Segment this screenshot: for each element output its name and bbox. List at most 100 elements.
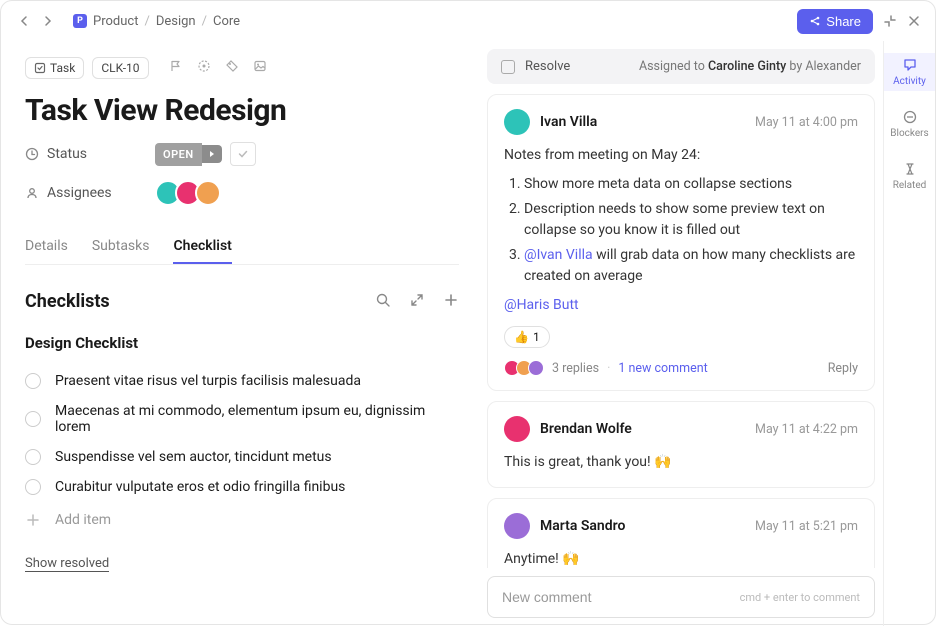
comment-body: This is great, thank you! 🙌 <box>504 452 858 473</box>
task-id-chip[interactable]: CLK-10 <box>92 57 148 79</box>
checklist-item[interactable]: Maecenas at mi commodo, elementum ipsum … <box>25 396 459 442</box>
tab-subtasks[interactable]: Subtasks <box>92 230 150 264</box>
resolve-left: Resolve <box>501 59 570 74</box>
resolve-label: Resolve <box>525 59 570 74</box>
comment-author[interactable]: Ivan Villa <box>540 114 597 130</box>
collapse-icon[interactable] <box>883 14 897 28</box>
comment-head: Marta Sandro May 11 at 5:21 pm <box>504 513 858 539</box>
comment-user: Brendan Wolfe <box>504 416 632 442</box>
product-icon: P <box>73 14 87 28</box>
checklist: Praesent vitae risus vel turpis facilisi… <box>25 366 459 538</box>
plus-icon <box>25 512 41 528</box>
assigned-name[interactable]: Caroline Ginty <box>708 59 786 74</box>
checklist-item-text: Praesent vitae risus vel turpis facilisi… <box>55 373 361 389</box>
checklist-item-text: Curabitur vulputate eros et odio fringil… <box>55 479 345 495</box>
checklist-item[interactable]: Praesent vitae risus vel turpis facilisi… <box>25 366 459 396</box>
task-type-label: Task <box>50 61 75 75</box>
task-type-chip[interactable]: Task <box>25 57 84 79</box>
rail-blockers[interactable]: Blockers <box>884 105 935 143</box>
rail-label: Blockers <box>890 128 928 139</box>
checklist-item[interactable]: Suspendisse vel sem auctor, tincidunt me… <box>25 442 459 472</box>
thumbs-up-icon: 👍 <box>514 330 529 344</box>
comment-time: May 11 at 4:00 pm <box>755 115 858 130</box>
avatar[interactable] <box>504 109 530 135</box>
nav-back-icon[interactable] <box>15 12 33 30</box>
new-comment-input[interactable]: cmd + enter to comment <box>487 576 875 618</box>
reaction-count: 1 <box>533 330 540 344</box>
new-comment-count[interactable]: 1 new comment <box>618 361 707 376</box>
task-icon <box>34 62 46 74</box>
tab-details[interactable]: Details <box>25 230 68 264</box>
add-icon[interactable] <box>443 292 459 312</box>
mark-complete-button[interactable] <box>230 142 256 166</box>
avatar[interactable] <box>504 513 530 539</box>
assignees-label: Assignees <box>25 185 155 201</box>
activity-column: Resolve Assigned to Caroline Ginty by Al… <box>483 41 883 626</box>
dot-sep: · <box>607 361 610 376</box>
comment-author[interactable]: Brendan Wolfe <box>540 421 632 437</box>
check-circle-icon[interactable] <box>25 373 41 389</box>
checklist-item-text: Suspendisse vel sem auctor, tincidunt me… <box>55 449 332 465</box>
comment-head: Ivan Villa May 11 at 4:00 pm <box>504 109 858 135</box>
close-icon[interactable] <box>907 14 921 28</box>
comment-body: Notes from meeting on May 24: Show more … <box>504 145 858 316</box>
resolve-checkbox[interactable] <box>501 60 515 74</box>
share-button[interactable]: Share <box>797 9 873 34</box>
comment-author[interactable]: Marta Sandro <box>540 518 625 534</box>
check-circle-icon[interactable] <box>25 411 41 427</box>
foot-left: 3 replies · 1 new comment <box>504 360 708 376</box>
search-icon[interactable] <box>375 292 391 312</box>
tag-icon[interactable] <box>225 59 239 77</box>
comment: Ivan Villa May 11 at 4:00 pm Notes from … <box>487 94 875 391</box>
checklists-actions <box>375 292 459 312</box>
reaction-button[interactable]: 👍1 <box>504 326 550 348</box>
expand-icon[interactable] <box>409 292 425 312</box>
task-id: CLK-10 <box>101 61 139 75</box>
target-icon[interactable] <box>197 59 211 77</box>
avatar <box>528 360 544 376</box>
status-icon <box>25 147 39 161</box>
left-pane: Task CLK-10 Task View Redesign Status OP… <box>1 41 483 626</box>
check-circle-icon[interactable] <box>25 449 41 465</box>
assigned-text: Assigned to Caroline Ginty by Alexander <box>639 59 861 74</box>
task-title[interactable]: Task View Redesign <box>25 93 459 128</box>
checklist-group-title: Design Checklist <box>25 334 459 352</box>
assignee-avatars[interactable] <box>155 180 221 206</box>
avatar[interactable] <box>504 416 530 442</box>
breadcrumb-design[interactable]: Design <box>156 14 196 29</box>
input-hint: cmd + enter to comment <box>740 591 860 604</box>
right-pane: Resolve Assigned to Caroline Ginty by Al… <box>483 41 935 626</box>
status-value-wrap[interactable]: OPEN <box>155 143 222 166</box>
reply-button[interactable]: Reply <box>828 361 858 376</box>
nav-forward-icon[interactable] <box>39 12 57 30</box>
comment: Brendan Wolfe May 11 at 4:22 pm This is … <box>487 401 875 488</box>
person-icon <box>25 186 39 200</box>
comment-user: Ivan Villa <box>504 109 597 135</box>
breadcrumb: P Product / Design / Core <box>73 14 240 29</box>
related-icon <box>902 161 918 177</box>
flag-icon[interactable] <box>169 59 183 77</box>
check-circle-icon[interactable] <box>25 479 41 495</box>
topbar-left: P Product / Design / Core <box>15 12 240 30</box>
checklists-title: Checklists <box>25 291 110 312</box>
reply-avatars <box>504 360 544 376</box>
checklist-item[interactable]: Curabitur vulputate eros et odio fringil… <box>25 472 459 502</box>
comment-time: May 11 at 5:21 pm <box>755 519 858 534</box>
checklist-item-text: Maecenas at mi commodo, elementum ipsum … <box>55 403 459 435</box>
image-icon[interactable] <box>253 59 267 77</box>
tab-checklist[interactable]: Checklist <box>173 230 231 264</box>
add-item-button[interactable]: Add item <box>25 502 459 538</box>
rail-activity[interactable]: Activity <box>884 53 935 91</box>
rail-related[interactable]: Related <box>884 157 935 195</box>
comment-user: Marta Sandro <box>504 513 625 539</box>
mention[interactable]: @Ivan Villa <box>524 247 593 263</box>
breadcrumb-product[interactable]: Product <box>93 14 138 29</box>
right-rail: Activity Blockers Related <box>883 41 935 626</box>
comment-input[interactable] <box>502 589 740 605</box>
main: Task CLK-10 Task View Redesign Status OP… <box>1 41 935 626</box>
status-label: Status <box>25 146 155 162</box>
reply-count[interactable]: 3 replies <box>552 361 599 376</box>
show-resolved-link[interactable]: Show resolved <box>25 556 109 572</box>
mention[interactable]: @Haris Butt <box>504 297 579 313</box>
breadcrumb-core[interactable]: Core <box>213 14 240 29</box>
